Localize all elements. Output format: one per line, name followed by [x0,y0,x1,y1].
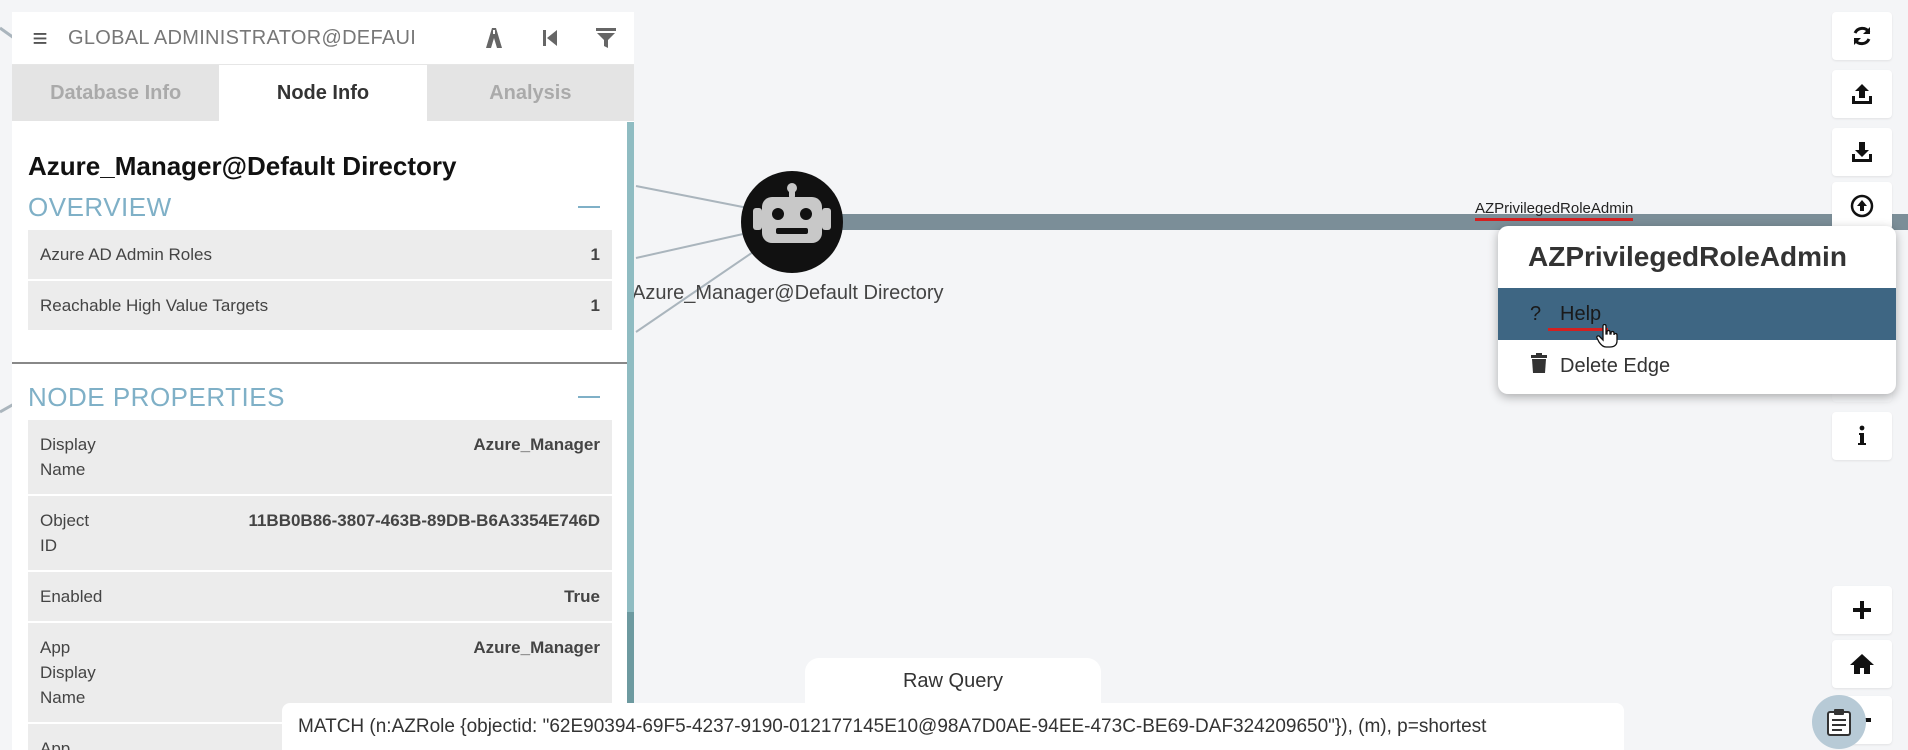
upload-icon [1850,194,1874,218]
refresh-button[interactable] [1832,12,1892,60]
back-icon[interactable] [522,28,578,48]
collapse-icon[interactable] [578,396,600,398]
hand-cursor-icon [1596,324,1618,348]
info-button[interactable] [1832,412,1892,460]
row-key: Azure AD Admin Roles [40,245,212,264]
overview-header[interactable]: OVERVIEW [12,184,628,230]
zoom-in-icon [1853,601,1871,619]
row-value: 1 [590,245,600,264]
search-input[interactable]: GLOBAL ADMINISTRATOR@DEFAUI [68,27,466,50]
help-label: Help [1560,302,1602,325]
tab-node-info[interactable]: Node Info [219,65,427,121]
overview-heading: OVERVIEW [28,191,172,222]
node-properties-header[interactable]: NODE PROPERTIES [12,374,628,420]
delete-edge-menu-item[interactable]: Delete Edge [1498,340,1896,392]
hamburger-icon[interactable]: ≡ [12,23,68,54]
properties-table: Display Name Azure_Manager Object ID 11B… [28,420,612,750]
row-value: True [564,587,600,606]
zoom-in-button[interactable] [1832,586,1892,634]
filter-icon[interactable] [578,27,634,49]
raw-query-toggle[interactable]: Raw Query [805,658,1101,704]
node-properties-heading: NODE PROPERTIES [28,381,285,412]
graph-node-label: Azure_Manager@Default Directory [632,282,944,304]
row-key: App [40,739,71,750]
panel-tabs: Database Info Node Info Analysis [12,65,634,121]
clipboard-button[interactable] [1812,695,1866,749]
node-title: Azure_Manager@Default Directory [28,151,457,181]
help-menu-item[interactable]: ? Help [1498,288,1896,340]
row-key: App Display Name [40,638,96,707]
tab-analysis[interactable]: Analysis [426,65,634,121]
trash-icon [1530,353,1560,379]
home-button[interactable] [1832,640,1892,688]
edge-context-menu: AZPrivilegedRoleAdmin ? Help Delete Edge [1498,226,1896,394]
graph-edge-label[interactable]: AZPrivilegedRoleAdmin [1475,200,1633,217]
collapse-icon[interactable] [578,206,600,208]
search-bar: ≡ GLOBAL ADMINISTRATOR@DEFAUI [12,12,634,65]
refresh-icon [1853,26,1871,46]
export-icon [1852,84,1872,104]
row-key: Object ID [40,511,90,555]
import-icon [1852,142,1872,162]
property-row: Enabled True [28,572,612,623]
raw-query-input[interactable]: MATCH (n:AZRole {objectid: "62E90394-69F… [282,703,1624,750]
pathfinding-icon[interactable] [466,27,522,49]
row-key: Reachable High Value Targets [40,296,269,315]
row-value: 1 [590,296,600,315]
edge-label-underline [1475,218,1633,221]
azure-app-node[interactable] [741,171,843,273]
overview-row[interactable]: Reachable High Value Targets 1 [28,281,612,332]
tab-database-info[interactable]: Database Info [12,65,220,121]
row-key: Display Name [40,435,96,479]
row-key: Enabled [40,587,103,606]
section-divider [12,362,628,364]
export-button[interactable] [1832,70,1892,118]
delete-edge-label: Delete Edge [1560,354,1671,377]
row-value: Azure_Manager [473,435,600,454]
question-icon: ? [1530,302,1542,325]
node-info-content: Azure_Manager@Default Directory OVERVIEW… [12,122,628,750]
context-menu-title: AZPrivilegedRoleAdmin [1528,241,1847,272]
upload-button[interactable] [1832,182,1892,230]
info-icon [1858,425,1866,445]
import-button[interactable] [1832,128,1892,176]
property-row: Display Name Azure_Manager [28,420,612,496]
home-icon [1850,654,1874,674]
property-row: Object ID 11BB0B86-3807-463B-89DB-B6A335… [28,496,612,572]
overview-row[interactable]: Azure AD Admin Roles 1 [28,230,612,281]
overview-table: Azure AD Admin Roles 1 Reachable High Va… [28,230,612,332]
clipboard-icon [1827,709,1851,736]
info-panel: ≡ GLOBAL ADMINISTRATOR@DEFAUI Database I… [12,12,634,750]
row-value: 11BB0B86-3807-463B-89DB-B6A3354E746D [248,511,600,530]
